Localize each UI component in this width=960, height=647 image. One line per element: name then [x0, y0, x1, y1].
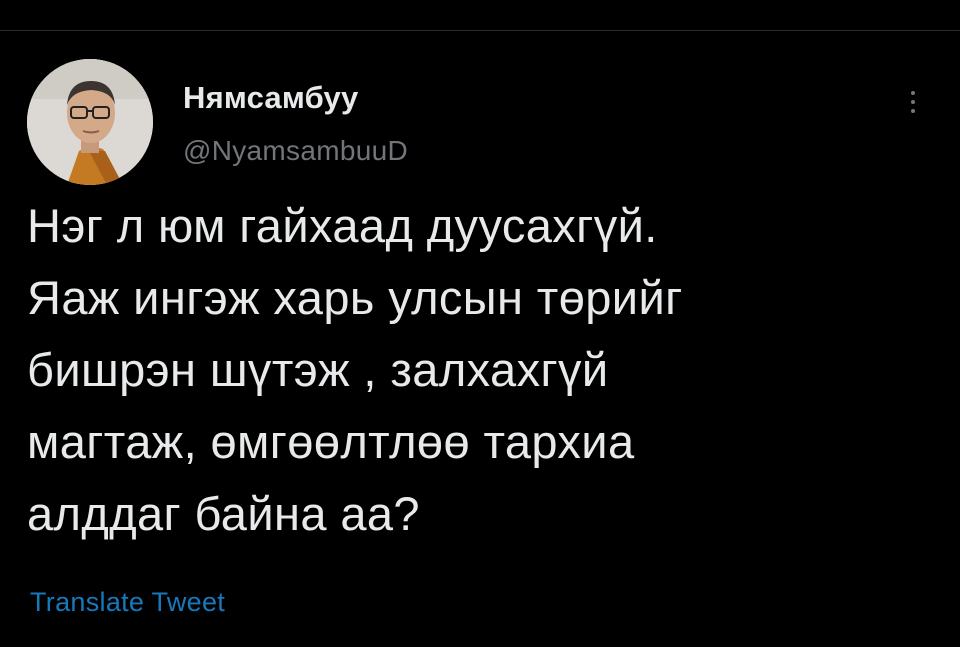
- more-vertical-icon-dot-2: [911, 100, 915, 104]
- more-vertical-icon: [911, 91, 915, 95]
- user-handle[interactable]: @NyamsambuuD: [183, 135, 408, 167]
- avatar[interactable]: [27, 59, 153, 185]
- more-options-button[interactable]: [900, 84, 926, 120]
- user-info: Нямсамбуу @NyamsambuuD: [183, 80, 408, 167]
- tweet-text: Нэг л юм гайхаад дуусахгүй. Яаж ингэж ха…: [27, 190, 927, 550]
- tweet-text-line: алддаг байна аа?: [27, 487, 420, 540]
- tweet-text-line: бишрэн шүтэж , залхахгүй: [27, 343, 609, 396]
- display-name[interactable]: Нямсамбуу: [183, 80, 408, 116]
- more-vertical-icon-dot-3: [911, 109, 915, 113]
- tweet-text-line: магтаж, өмгөөлтлөө тархиа: [27, 415, 635, 468]
- tweet-text-line: Яаж ингэж харь улсын төрийг: [27, 271, 683, 324]
- translate-tweet-link[interactable]: Translate Tweet: [30, 586, 225, 618]
- avatar-photo: [27, 59, 153, 185]
- tweet-text-line: Нэг л юм гайхаад дуусахгүй.: [27, 199, 658, 252]
